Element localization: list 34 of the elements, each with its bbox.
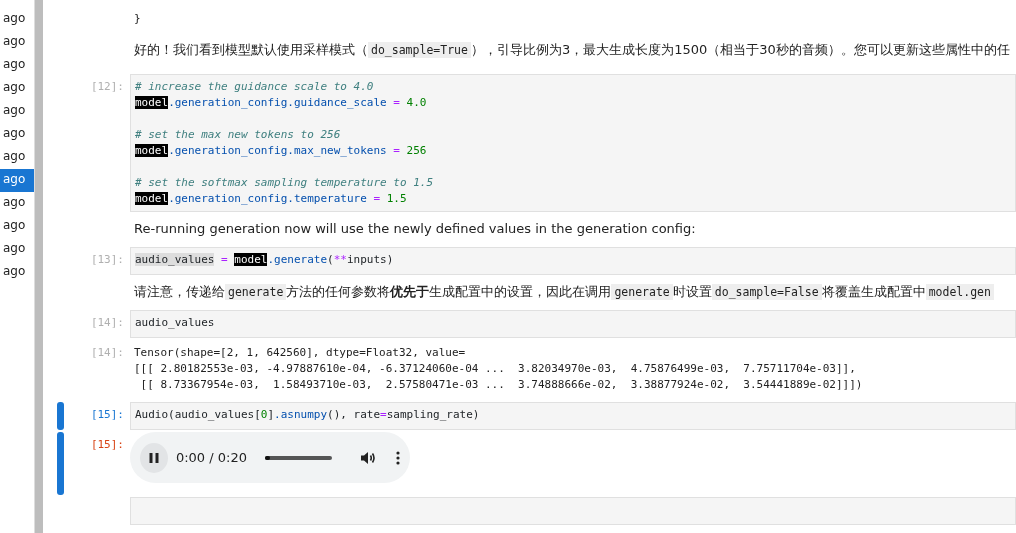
sidebar-item[interactable]: ago xyxy=(0,77,34,100)
execution-prompt: [15]: xyxy=(89,407,125,423)
pause-button[interactable] xyxy=(140,442,168,473)
sidebar-item[interactable]: ago xyxy=(0,31,34,54)
output-text: Tensor(shape=[2, 1, 642560], dtype=Float32, value= [[[ 2.80182553e-03, -4.97887610e-04, -6.37124060e-04 ... 3.82034970e-03, 4.75876499e-03, 7.75711704e-03]], [[ 8.73367954e-03, 1.58493710e-03, 2.57580471e-03 ... 3.74888666e-02, 3.38877924e-02, 3.54441889e-02]]]) xyxy=(133,345,864,393)
sidebar-item[interactable]: ago xyxy=(0,8,34,31)
code-editor[interactable]: audio_values xyxy=(130,310,1016,338)
sidebar-item[interactable]: ago xyxy=(0,215,34,238)
code-editor[interactable]: Audio(audio_values[0].asnumpy(), rate=sampling_rate) xyxy=(130,402,1016,430)
sidebar-item[interactable]: ago xyxy=(0,100,34,123)
more-options-icon[interactable] xyxy=(396,450,400,465)
execution-prompt: [15]: xyxy=(89,437,125,453)
code-editor[interactable]: audio_values = model.generate(**inputs) xyxy=(130,247,1016,275)
sidebar-item[interactable]: ago xyxy=(0,261,34,284)
sidebar-item[interactable]: ago xyxy=(0,238,34,261)
sidebar-item[interactable]: ago xyxy=(0,169,34,192)
code-editor[interactable]: # increase the guidance scale to 4.0 model.generation_config.guidance_scale = 4.0 # set the max new tokens to 256 model.generation_config.max_new_tokens = 256 # set the softmax sampling temperature to 1.5 model.generation_config.temperature = 1.5 xyxy=(130,74,1016,212)
sidebar-item[interactable]: ago xyxy=(0,192,34,215)
sidebar-item[interactable]: ago xyxy=(0,123,34,146)
volume-icon[interactable] xyxy=(360,450,376,465)
sidebar-item[interactable]: ago xyxy=(0,146,34,169)
execution-prompt: [12]: xyxy=(89,79,125,95)
markdown-paragraph: Re-running generation now will use the newly defined values in the generation config: xyxy=(133,220,696,238)
markdown-paragraph: 请注意，传递给 generate 方法的任何参数将优先于生成配置中的设置，因此在调用 generate 时设置 do_sample=False 将覆盖生成配置中 model.gen xyxy=(130,278,994,306)
execution-prompt: [14]: xyxy=(89,315,125,331)
scrollbar[interactable] xyxy=(35,0,43,533)
execution-prompt: [14]: xyxy=(89,345,125,361)
time-display: 0:00 / 0:20 xyxy=(175,448,247,467)
pause-icon xyxy=(147,451,160,464)
execution-prompt: [13]: xyxy=(89,252,125,268)
markdown-paragraph: 好的！我们看到模型默认使用采样模式（ do_sample=True ），引导比例为3，最大生成长度为1500（相当于30秒的音频）。您可以更新这些属性中的任 xyxy=(133,41,1010,60)
output-text: } xyxy=(133,11,142,27)
seek-slider[interactable] xyxy=(264,455,332,460)
sidebar-item[interactable]: ago xyxy=(0,54,34,77)
